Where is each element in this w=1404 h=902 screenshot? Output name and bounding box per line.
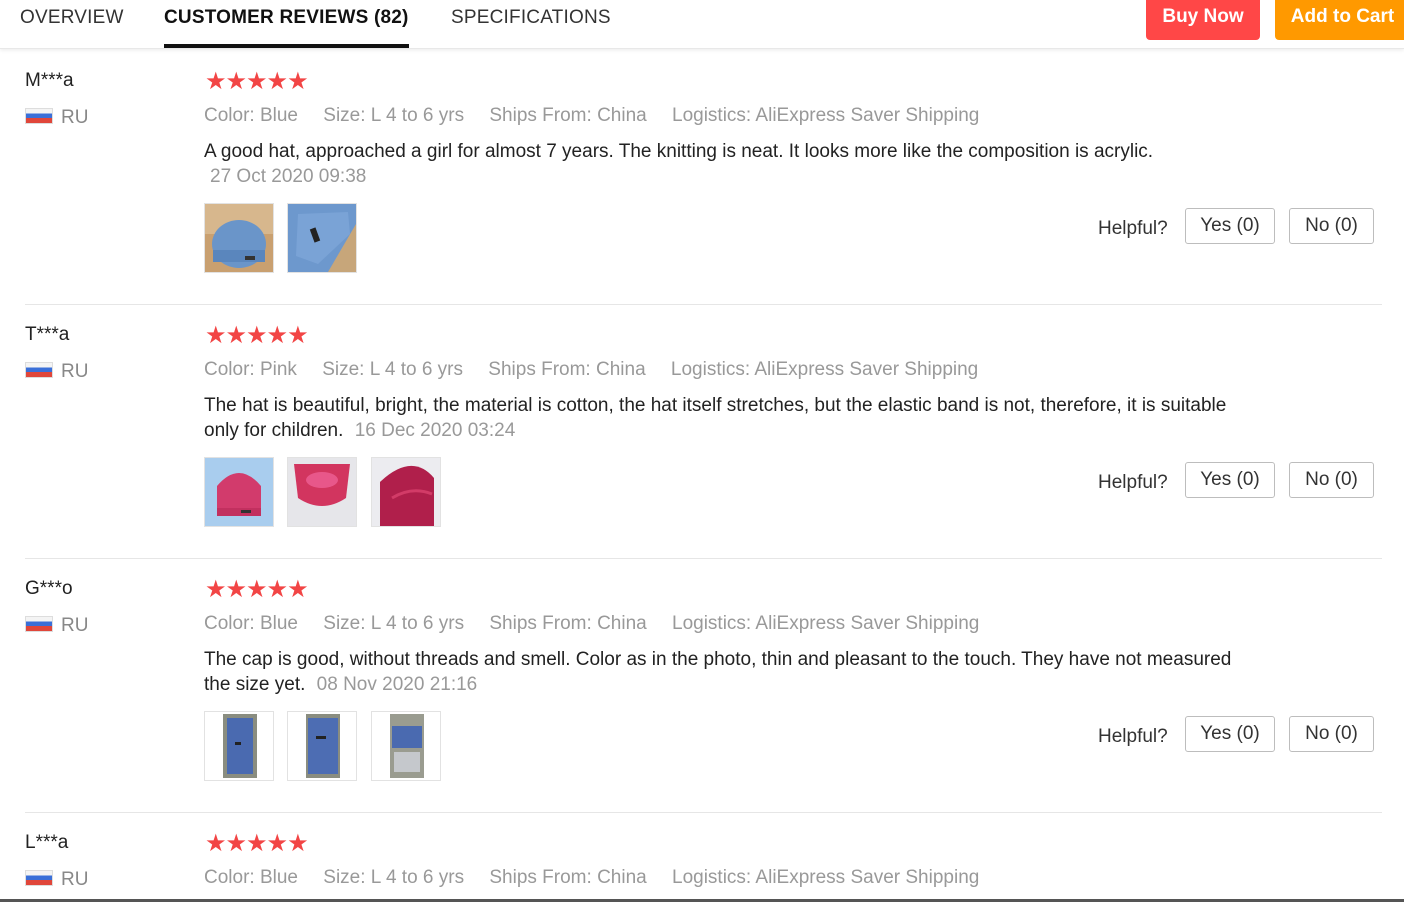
helpful-yes-button[interactable]: Yes (0) [1185, 716, 1275, 752]
helpful-label: Helpful? [1098, 218, 1168, 239]
review-photo-thumbnail[interactable] [204, 457, 274, 527]
reviewer-name: T***a [25, 324, 70, 345]
reviewer-country: RU [25, 107, 88, 129]
russia-flag-icon [25, 615, 53, 632]
review-attributes: Color: Pink Size: L 4 to 6 yrs Ships Fro… [204, 359, 998, 381]
attr-ships-from: Ships From: China [489, 867, 647, 888]
country-code: RU [61, 869, 89, 890]
review-date: 08 Nov 2020 21:16 [316, 674, 478, 695]
helpful-yes-button[interactable]: Yes (0) [1185, 462, 1275, 498]
review-photos [204, 711, 450, 786]
star-rating: ★★★★★ [205, 830, 309, 857]
review-date: 27 Oct 2020 09:38 [210, 166, 367, 187]
review-attributes: Color: Blue Size: L 4 to 6 yrs Ships Fro… [204, 105, 999, 127]
tab-customer-reviews[interactable]: CUSTOMER REVIEWS (82) [164, 0, 409, 48]
review-photo-thumbnail[interactable] [204, 711, 274, 781]
review-photo-thumbnail[interactable] [287, 711, 358, 781]
attr-size: Size: L 4 to 6 yrs [323, 867, 465, 888]
country-code: RU [61, 361, 89, 382]
attr-logistics: Logistics: AliExpress Saver Shipping [672, 867, 980, 888]
attr-size: Size: L 4 to 6 yrs [323, 613, 465, 634]
helpful-no-button[interactable]: No (0) [1289, 716, 1374, 752]
reviewer-country: RU [25, 361, 88, 383]
review-text: The hat is beautiful, bright, the materi… [204, 393, 1254, 443]
review-photo-thumbnail[interactable] [287, 457, 358, 527]
attr-ships-from: Ships From: China [488, 359, 646, 380]
review-photos [204, 203, 366, 278]
helpful-yes-button[interactable]: Yes (0) [1185, 208, 1275, 244]
star-rating: ★★★★★ [205, 68, 309, 95]
review-item: L***a RU ★★★★★ Color: Blue Size: L 4 to … [25, 812, 1382, 900]
attr-ships-from: Ships From: China [489, 613, 647, 634]
attr-logistics: Logistics: AliExpress Saver Shipping [672, 105, 980, 126]
attr-color: Color: Pink [204, 359, 297, 380]
review-photos [204, 457, 450, 532]
attr-size: Size: L 4 to 6 yrs [323, 105, 465, 126]
attr-ships-from: Ships From: China [489, 105, 647, 126]
review-photo-thumbnail[interactable] [370, 711, 441, 781]
reviewer-country: RU [25, 615, 88, 637]
review-photo-thumbnail[interactable] [287, 203, 358, 273]
attr-color: Color: Blue [204, 105, 298, 126]
reviewer-name: G***o [25, 578, 73, 599]
tab-overview[interactable]: OVERVIEW [20, 0, 124, 46]
attr-color: Color: Blue [204, 867, 298, 888]
review-item: T***a RU ★★★★★ Color: Pink Size: L 4 to … [25, 304, 1382, 559]
add-to-cart-button[interactable]: Add to Cart [1275, 0, 1404, 40]
review-photo-thumbnail[interactable] [204, 203, 274, 273]
review-item: G***o RU ★★★★★ Color: Blue Size: L 4 to … [25, 558, 1382, 813]
star-rating: ★★★★★ [205, 322, 309, 349]
review-item: M***a RU ★★★★★ Color: Blue Size: L 4 to … [25, 50, 1382, 305]
helpful-label: Helpful? [1098, 726, 1168, 747]
reviewer-name: L***a [25, 832, 69, 853]
buy-now-button[interactable]: Buy Now [1146, 0, 1260, 40]
product-tab-bar: OVERVIEW CUSTOMER REVIEWS (82) SPECIFICA… [0, 0, 1404, 49]
attr-logistics: Logistics: AliExpress Saver Shipping [670, 359, 979, 380]
review-attributes: Color: Blue Size: L 4 to 6 yrs Ships Fro… [204, 867, 999, 889]
russia-flag-icon [25, 361, 53, 378]
star-rating: ★★★★★ [205, 576, 309, 603]
review-photo-thumbnail[interactable] [370, 457, 441, 527]
attr-size: Size: L 4 to 6 yrs [322, 359, 464, 380]
country-code: RU [61, 107, 89, 128]
country-code: RU [61, 615, 89, 636]
reviewer-country: RU [25, 869, 88, 891]
review-text: A good hat, approached a girl for almost… [204, 139, 1254, 189]
helpful-no-button[interactable]: No (0) [1289, 208, 1374, 244]
attr-logistics: Logistics: AliExpress Saver Shipping [672, 613, 980, 634]
helpful-no-button[interactable]: No (0) [1289, 462, 1374, 498]
russia-flag-icon [25, 869, 53, 886]
review-date: 16 Dec 2020 03:24 [354, 420, 516, 441]
review-text: The cap is good, without threads and sme… [204, 647, 1254, 697]
attr-color: Color: Blue [204, 613, 298, 634]
review-body: A good hat, approached a girl for almost… [204, 141, 1154, 162]
russia-flag-icon [25, 107, 53, 124]
review-attributes: Color: Blue Size: L 4 to 6 yrs Ships Fro… [204, 613, 999, 635]
helpful-label: Helpful? [1098, 472, 1168, 493]
tab-specifications[interactable]: SPECIFICATIONS [451, 0, 611, 46]
product-reviews-page: OVERVIEW CUSTOMER REVIEWS (82) SPECIFICA… [0, 0, 1404, 902]
reviewer-name: M***a [25, 70, 74, 91]
